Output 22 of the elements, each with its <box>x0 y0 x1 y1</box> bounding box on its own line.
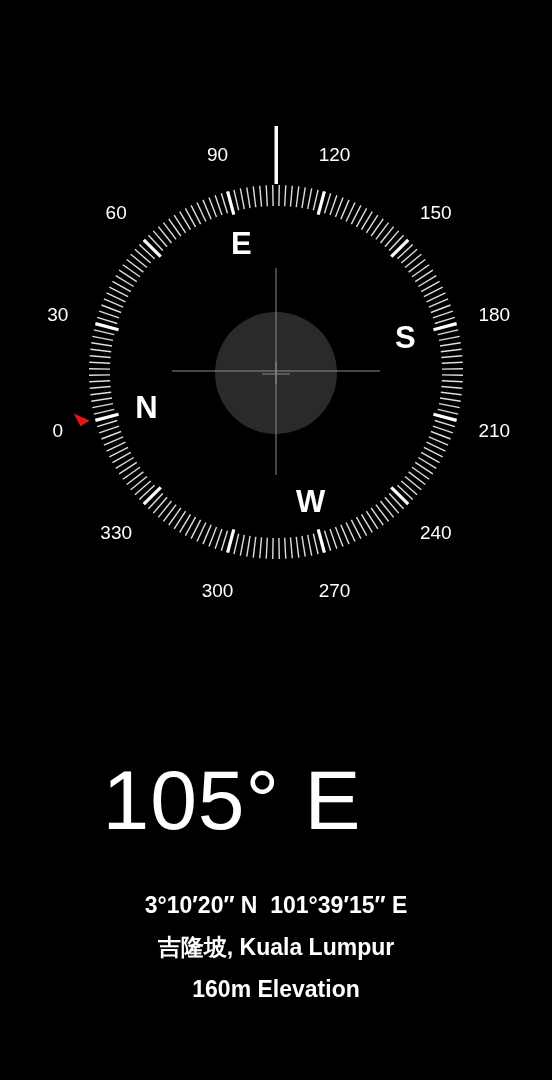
heading-readout: 105° E <box>102 752 362 848</box>
degree-label: 270 <box>318 580 351 602</box>
location-text: 吉隆坡, Kuala Lumpur <box>157 933 395 962</box>
degree-label: 330 <box>100 521 133 543</box>
degree-label: 240 <box>419 521 452 543</box>
north-marker-icon <box>73 413 90 427</box>
degree-label: 210 <box>478 420 511 442</box>
cardinal-label: W <box>296 484 326 520</box>
cardinal-label: E <box>230 225 252 261</box>
degree-label: 0 <box>52 420 63 442</box>
degree-label: 300 <box>201 580 234 602</box>
degree-label: 30 <box>47 303 69 325</box>
degree-label: 120 <box>318 143 351 165</box>
degree-label: 90 <box>206 143 229 165</box>
elevation-text: 160m Elevation <box>192 975 360 1004</box>
coordinates-text: 3°10′20″ N 101°39′15″ E <box>144 891 408 920</box>
degree-label: 60 <box>105 202 127 224</box>
cardinal-label: N <box>135 389 158 425</box>
degree-label: 150 <box>419 202 452 224</box>
cardinal-label: S <box>395 320 416 356</box>
heading-indicator <box>274 126 278 184</box>
degree-label: 180 <box>478 303 511 325</box>
